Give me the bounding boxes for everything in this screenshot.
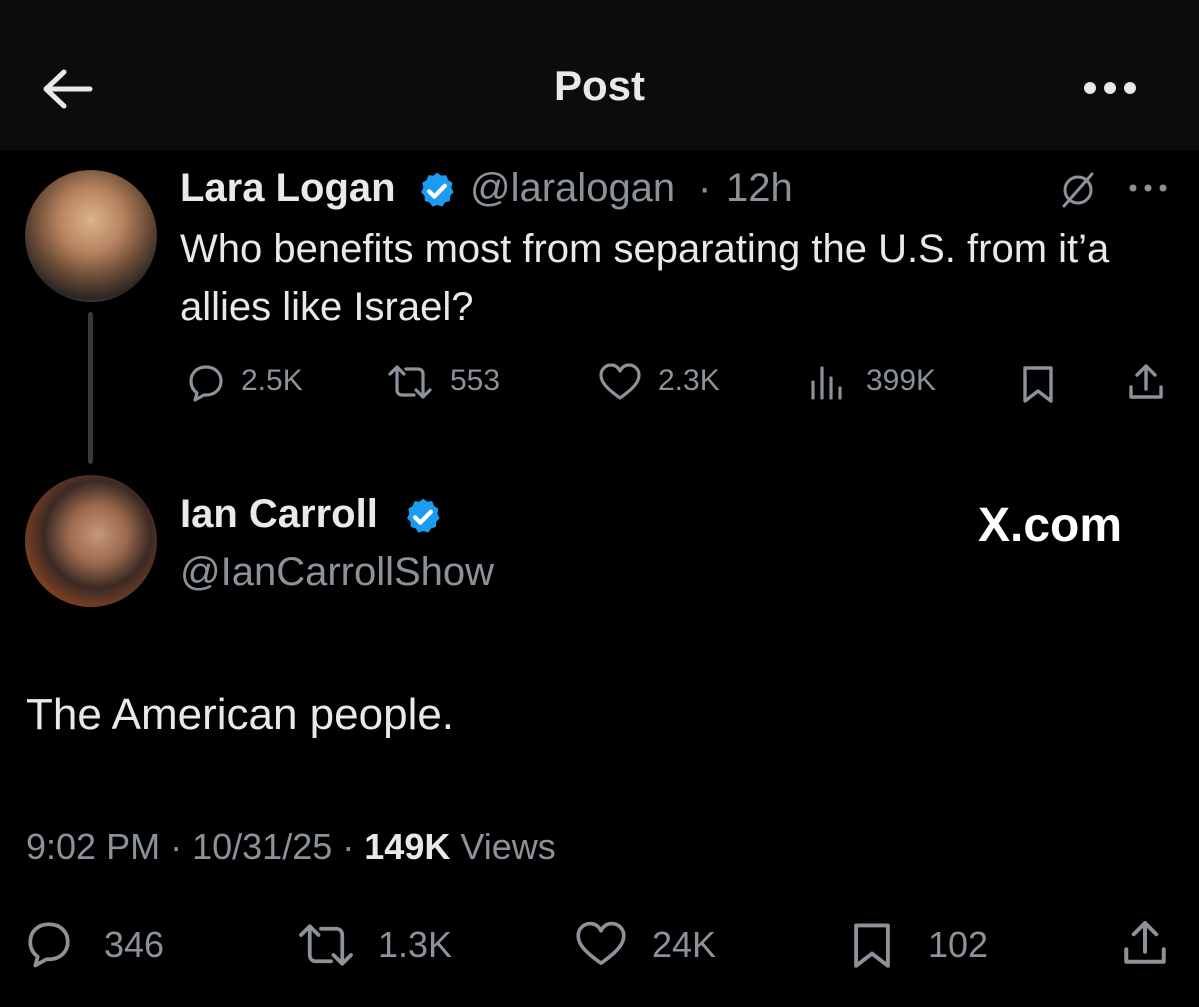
post-text: The American people. (26, 690, 455, 739)
repost-action[interactable]: 1.3K (296, 918, 466, 970)
tweet-text: Who benefits most from separating the U.… (180, 227, 1110, 329)
post-time: 12h (726, 166, 793, 210)
grok-icon[interactable] (1058, 170, 1098, 210)
views-count: 399K (866, 364, 937, 397)
reply-icon (189, 365, 223, 402)
bookmark-count: 102 (928, 924, 989, 965)
repost-count: 553 (450, 364, 501, 397)
bookmark-icon (854, 923, 890, 968)
repost-action[interactable]: 553 (386, 362, 526, 402)
avatar-lara-logan[interactable] (25, 170, 157, 302)
like-action[interactable]: 2.3K (598, 362, 738, 402)
share-icon[interactable] (1126, 362, 1166, 402)
like-action[interactable]: 24K (574, 918, 744, 970)
author-name[interactable]: Ian Carroll (180, 492, 378, 537)
author-handle[interactable]: @IanCarrollShow (180, 550, 494, 595)
repost-count: 1.3K (378, 924, 453, 965)
xcom-watermark: X.com (978, 499, 1123, 552)
repost-icon (299, 924, 353, 966)
like-count: 2.3K (658, 364, 720, 397)
reply-icon (28, 922, 70, 968)
author-handle[interactable]: @laralogan (470, 166, 675, 211)
post-meta: 9:02 PM · 10/31/25 · 149K Views (26, 826, 556, 868)
views-action[interactable]: 399K (808, 362, 958, 402)
post-date: 10/31/25 (192, 826, 333, 867)
separator-dot: · (170, 826, 183, 867)
views-count: 149K (364, 826, 451, 867)
tweet-more-icon[interactable] (1128, 183, 1168, 193)
reply-count: 2.5K (241, 364, 303, 397)
verified-badge-icon (407, 498, 440, 533)
author-name[interactable]: Lara Logan (180, 166, 396, 211)
separator-dot: · (698, 166, 712, 210)
views-chart-icon (811, 366, 842, 400)
repost-icon (388, 365, 432, 399)
reply-count: 346 (104, 924, 165, 965)
reply-action[interactable]: 346 (24, 918, 194, 970)
post-time: 9:02 PM (26, 826, 161, 867)
views-label: Views (460, 826, 556, 867)
heart-icon (576, 921, 626, 965)
heart-icon (599, 363, 641, 400)
separator-dot: · (342, 826, 355, 867)
like-count: 24K (652, 924, 717, 965)
bookmark-icon[interactable] (1020, 364, 1056, 404)
page-title: Post (553, 62, 645, 109)
top-bar: Post (0, 0, 1199, 150)
share-icon[interactable] (1120, 918, 1170, 968)
thread-connector (88, 312, 93, 464)
bookmark-action[interactable]: 102 (850, 918, 1020, 970)
reply-action[interactable]: 2.5K (186, 362, 326, 402)
avatar-ian-carroll[interactable] (25, 475, 157, 607)
more-options-icon[interactable] (1080, 78, 1140, 98)
verified-badge-icon (421, 172, 454, 207)
